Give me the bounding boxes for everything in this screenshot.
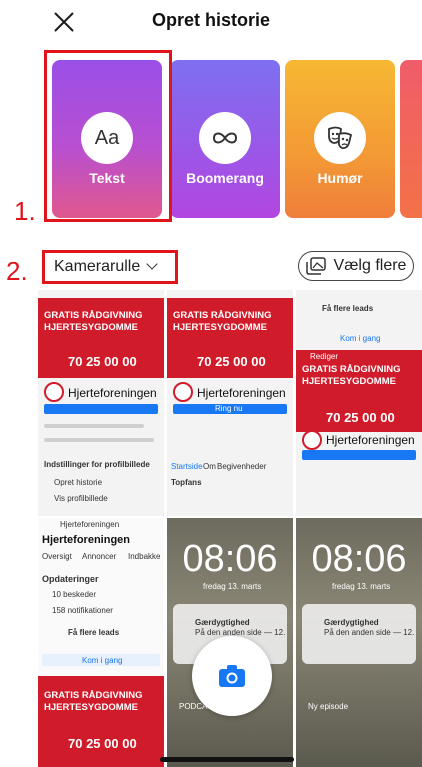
card-boomerang-label: Boomerang (186, 170, 264, 186)
media-player-notification: Gærdygtighed På den anden side — 12. (302, 604, 416, 664)
album-selector-label: Kamerarulle (54, 258, 141, 275)
photo-thumbnail[interactable]: Få flere leads Kom i gang Rediger GRATIS… (296, 290, 422, 516)
album-selector[interactable]: Kamerarulle (54, 258, 158, 276)
home-indicator[interactable] (160, 757, 294, 762)
multi-image-icon (305, 257, 326, 275)
theater-masks-icon (314, 112, 366, 164)
select-multiple-button[interactable]: Vælg flere (298, 251, 414, 281)
camera-button[interactable] (192, 636, 272, 716)
highlight-box-1 (44, 50, 172, 222)
page-title: Opret historie (151, 10, 271, 30)
card-humor-label: Humør (317, 170, 363, 186)
photo-thumbnail[interactable]: Hjerteforeningen Hjerteforeningen Oversi… (38, 518, 164, 767)
header: Opret historie (0, 0, 422, 44)
card-boomerang[interactable]: Boomerang (170, 60, 280, 218)
gallery-controls: 2. Kamerarulle Vælg flere (0, 248, 422, 288)
step-marker-2: 2. (6, 256, 28, 286)
thumb-banner: GRATIS RÅDGIVNING HJERTESYGDOMME 70 25 0… (38, 676, 164, 767)
photo-thumbnail[interactable]: GRATIS RÅDGIVNING HJERTESYGDOMME 70 25 0… (38, 290, 164, 516)
photo-thumbnail[interactable]: 08:06 fredag 13. marts Gærdygtighed På d… (296, 518, 422, 767)
heart-logo-icon (44, 382, 64, 402)
heart-logo-icon (302, 430, 322, 450)
card-humor[interactable]: Humør (285, 60, 395, 218)
infinity-icon (199, 112, 251, 164)
select-multiple-label: Vælg flere (333, 257, 407, 274)
heart-logo-icon (173, 382, 193, 402)
thumb-banner: GRATIS RÅDGIVNING HJERTESYGDOMME 70 25 0… (38, 298, 164, 378)
thumb-banner: GRATIS RÅDGIVNING HJERTESYGDOMME 70 25 0… (167, 298, 293, 378)
chevron-down-icon (146, 258, 158, 270)
photo-thumbnail[interactable]: GRATIS RÅDGIVNING HJERTESYGDOMME 70 25 0… (167, 290, 293, 516)
card-next-partial[interactable] (400, 60, 422, 218)
thumb-ring-nu (44, 404, 158, 414)
step-marker-1: 1. (14, 196, 36, 226)
thumb-banner: Rediger GRATIS RÅDGIVNING HJERTESYGDOMME… (296, 350, 422, 432)
camera-icon (219, 665, 245, 687)
